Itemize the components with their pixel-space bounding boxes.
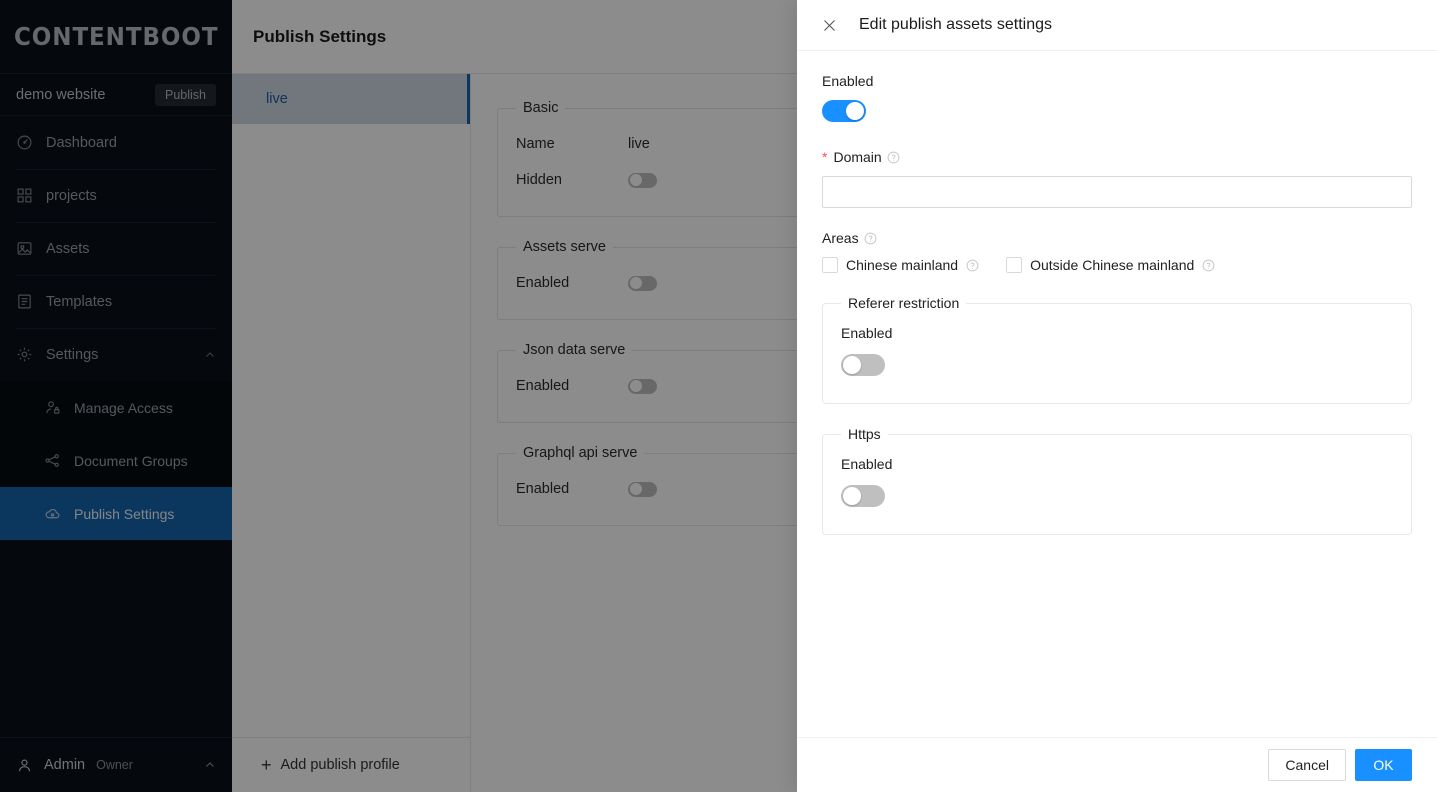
areas-label-wrap: Areas [822, 230, 1412, 246]
help-icon[interactable] [1202, 259, 1215, 272]
required-asterisk: * [822, 149, 828, 165]
toggle-knob [846, 102, 864, 120]
ok-button[interactable]: OK [1355, 749, 1412, 781]
help-icon[interactable] [966, 259, 979, 272]
cancel-button[interactable]: Cancel [1268, 749, 1346, 781]
domain-input[interactable] [822, 176, 1412, 208]
drawer-footer: Cancel OK [797, 737, 1437, 792]
toggle-knob [843, 356, 861, 374]
enabled-label-wrap: Enabled [822, 73, 1412, 89]
section-legend: Https [848, 426, 881, 442]
checkbox-box[interactable] [822, 257, 838, 273]
enabled-label: Enabled [822, 73, 874, 89]
checkbox-label: Outside Chinese mainland [1030, 257, 1195, 273]
help-icon[interactable] [887, 151, 900, 164]
drawer-body: Enabled * Domain Areas Chinese mainland … [797, 51, 1437, 737]
areas-field: Areas Chinese mainland Outside Chinese m… [822, 230, 1412, 273]
drawer-title: Edit publish assets settings [859, 16, 1052, 33]
edit-publish-assets-drawer: Edit publish assets settings Enabled * D… [797, 0, 1437, 792]
checkbox-chinese-mainland[interactable]: Chinese mainland [822, 257, 979, 273]
checkbox-outside-chinese-mainland[interactable]: Outside Chinese mainland [1006, 257, 1215, 273]
areas-label: Areas [822, 230, 859, 246]
section-referer-restriction: Referer restriction Enabled [822, 295, 1412, 404]
toggle-knob [843, 487, 861, 505]
domain-field: * Domain [822, 149, 1412, 208]
https-enabled-toggle[interactable] [841, 485, 885, 507]
referer-enabled-toggle[interactable] [841, 354, 885, 376]
domain-label-wrap: * Domain [822, 149, 1412, 165]
enabled-field: Enabled [822, 73, 1412, 127]
areas-checkbox-group: Chinese mainland Outside Chinese mainlan… [822, 257, 1412, 273]
section-https: Https Enabled [822, 426, 1412, 535]
referer-enabled-label: Enabled [841, 325, 893, 341]
https-enabled-label: Enabled [841, 456, 893, 472]
checkbox-label: Chinese mainland [846, 257, 959, 273]
app-root: CONTENTBOOT demo website Publish Dashboa… [0, 0, 1437, 792]
enabled-toggle[interactable] [822, 100, 866, 122]
help-icon[interactable] [864, 232, 877, 245]
domain-label: Domain [833, 149, 882, 165]
section-legend: Referer restriction [848, 295, 960, 311]
checkbox-box[interactable] [1006, 257, 1023, 273]
close-icon[interactable] [822, 18, 837, 33]
drawer-header: Edit publish assets settings [797, 0, 1437, 51]
